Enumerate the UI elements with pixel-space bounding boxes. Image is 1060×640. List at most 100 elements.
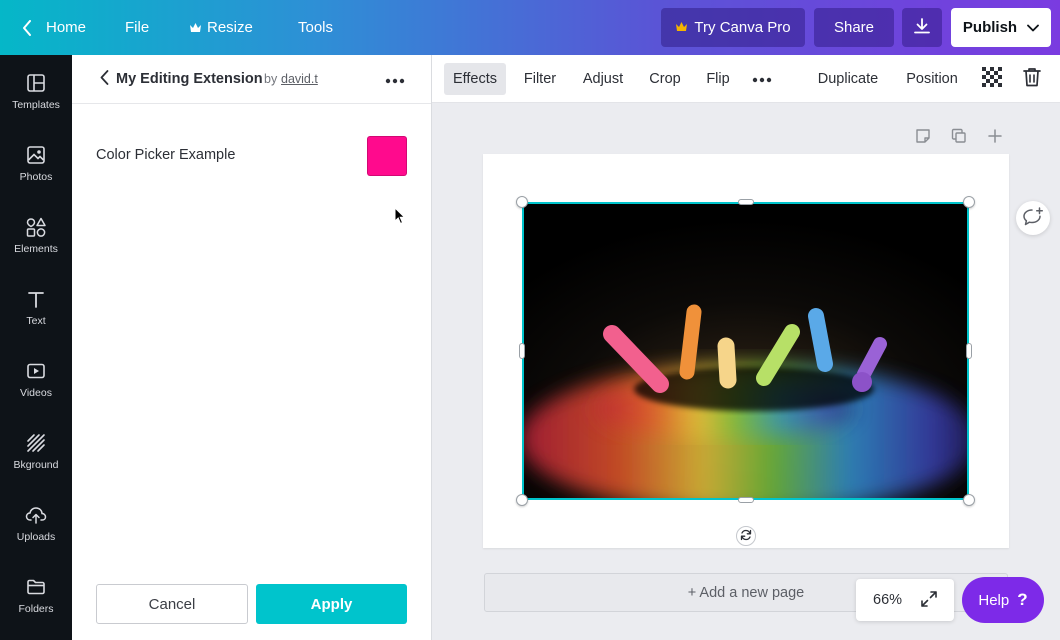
templates-icon — [25, 72, 47, 94]
file-menu[interactable]: File — [125, 0, 149, 55]
duplicate-page-button[interactable] — [950, 128, 968, 146]
more-horizontal-icon — [385, 71, 405, 87]
try-canva-pro-button[interactable]: Try Canva Pro — [661, 8, 805, 47]
help-button[interactable]: Help ? — [962, 577, 1044, 623]
resize-handle-right[interactable] — [966, 343, 972, 359]
nav-item-videos[interactable]: Videos — [0, 343, 72, 415]
nav-label: Templates — [12, 98, 60, 111]
question-mark-icon: ? — [1017, 590, 1028, 609]
nav-item-folders[interactable]: Folders — [0, 559, 72, 631]
download-button[interactable] — [902, 8, 942, 47]
flip-button[interactable]: Flip — [700, 63, 736, 95]
fullscreen-button[interactable] — [919, 590, 939, 610]
nav-label: Uploads — [16, 530, 56, 543]
trash-icon — [1023, 67, 1041, 91]
tools-menu[interactable]: Tools — [298, 0, 333, 55]
text-icon — [25, 288, 47, 310]
author-link[interactable]: david.t — [281, 72, 318, 86]
crown-icon — [189, 22, 202, 33]
share-label: Share — [833, 19, 875, 36]
expand-icon — [920, 590, 938, 611]
nav-label: Bkground — [13, 458, 59, 471]
resize-handle-left[interactable] — [519, 343, 525, 359]
extension-panel: My Editing Extension by david.t Color Pi… — [72, 55, 432, 640]
duplicate-button[interactable]: Duplicate — [811, 63, 885, 95]
color-picker-label: Color Picker Example — [96, 147, 236, 163]
add-note-button[interactable] — [914, 128, 932, 146]
publish-label: Publish — [962, 19, 1018, 36]
comment-add-icon — [1022, 206, 1044, 230]
chevron-down-icon — [1027, 19, 1039, 36]
nav-item-uploads[interactable]: Uploads — [0, 487, 72, 559]
adjust-button[interactable]: Adjust — [576, 63, 630, 95]
copy-icon — [951, 128, 967, 147]
panel-header: My Editing Extension by david.t — [72, 55, 431, 104]
zoom-control: 66% — [856, 579, 954, 621]
rotate-icon — [740, 528, 752, 544]
by-label: by — [264, 72, 278, 86]
left-nav: Templates Photos Elements Text Videos Bk… — [0, 55, 72, 640]
transparency-button[interactable] — [979, 63, 1005, 95]
tools-label: Tools — [298, 19, 334, 36]
resize-handle-top[interactable] — [738, 199, 754, 205]
help-label: Help — [978, 591, 1010, 609]
download-icon — [913, 17, 931, 39]
home-label: Home — [46, 19, 87, 36]
position-button[interactable]: Position — [901, 63, 963, 95]
file-label: File — [125, 19, 150, 36]
context-toolbar: Effects Filter Adjust Crop Flip Duplicat… — [432, 55, 1060, 103]
photos-icon — [25, 144, 47, 166]
publish-button[interactable]: Publish — [951, 8, 1051, 47]
top-bar: Home File Resize Tools Try Canva Pro Sha… — [0, 0, 1060, 55]
chevron-left-icon — [100, 70, 109, 88]
rotate-handle[interactable] — [736, 526, 756, 546]
color-swatch[interactable] — [367, 136, 407, 176]
nav-label: Photos — [19, 170, 53, 183]
note-icon — [915, 128, 931, 147]
more-horizontal-icon — [752, 71, 772, 87]
more-tools-button[interactable] — [748, 63, 776, 95]
selected-photo[interactable] — [522, 202, 969, 500]
apply-button[interactable]: Apply — [256, 584, 407, 624]
resize-handle-bottom-left[interactable] — [516, 494, 528, 506]
zoom-level[interactable]: 66% — [873, 592, 902, 608]
resize-handle-top-left[interactable] — [516, 196, 528, 208]
nav-label: Videos — [20, 386, 52, 399]
resize-button[interactable]: Resize — [189, 0, 253, 55]
nav-label: Text — [26, 314, 46, 327]
add-comment-button[interactable] — [1016, 201, 1050, 235]
nav-item-templates[interactable]: Templates — [0, 55, 72, 127]
nav-item-photos[interactable]: Photos — [0, 127, 72, 199]
chalk-photo-image — [524, 204, 967, 498]
effects-button[interactable]: Effects — [444, 63, 506, 95]
home-button[interactable]: Home — [22, 0, 86, 55]
elements-icon — [25, 216, 47, 238]
nav-label: Folders — [18, 602, 54, 615]
resize-handle-bottom-right[interactable] — [963, 494, 975, 506]
plus-icon — [988, 128, 1002, 146]
extension-title: My Editing Extension — [116, 71, 263, 87]
resize-handle-bottom[interactable] — [738, 497, 754, 503]
nav-item-elements[interactable]: Elements — [0, 199, 72, 271]
nav-label: Elements — [14, 242, 58, 255]
delete-button[interactable] — [1019, 63, 1045, 95]
crown-icon — [675, 19, 688, 36]
videos-icon — [25, 360, 47, 382]
filter-button[interactable]: Filter — [516, 63, 564, 95]
crop-button[interactable]: Crop — [643, 63, 687, 95]
share-button[interactable]: Share — [814, 8, 894, 47]
nav-item-background[interactable]: Bkground — [0, 415, 72, 487]
try-pro-label: Try Canva Pro — [694, 19, 791, 36]
cancel-button[interactable]: Cancel — [96, 584, 248, 624]
chevron-left-icon — [22, 19, 32, 36]
mouse-cursor-icon — [394, 206, 406, 225]
back-button[interactable] — [94, 69, 114, 89]
add-page-plus-button[interactable] — [986, 128, 1004, 146]
resize-handle-top-right[interactable] — [963, 196, 975, 208]
nav-item-text[interactable]: Text — [0, 271, 72, 343]
resize-label: Resize — [207, 19, 253, 36]
transparency-icon — [982, 67, 1002, 91]
more-options-button[interactable] — [382, 69, 408, 89]
folders-icon — [25, 576, 47, 598]
uploads-icon — [25, 504, 47, 526]
